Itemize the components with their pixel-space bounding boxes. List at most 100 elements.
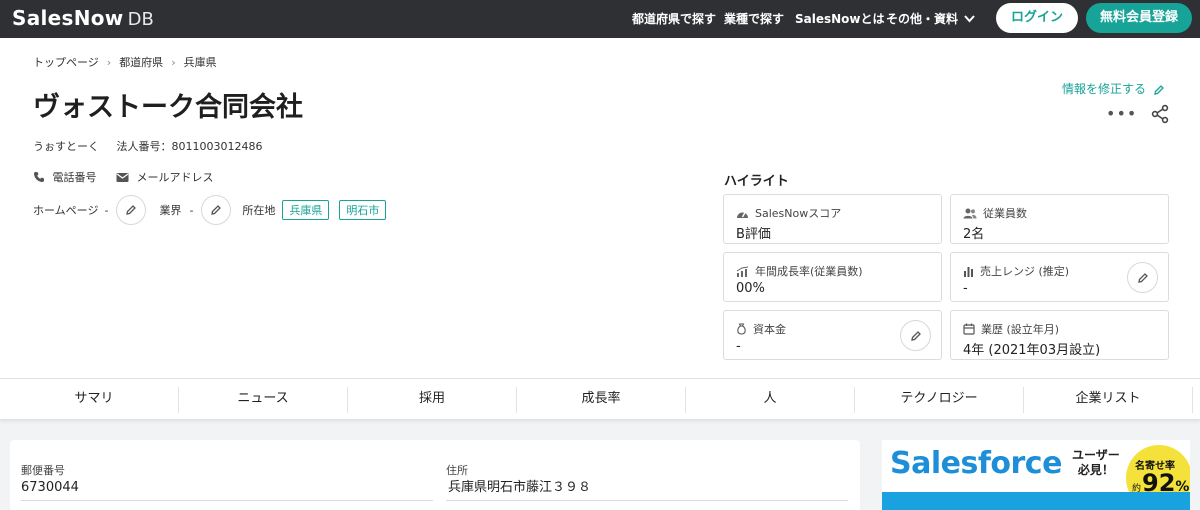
postal-code-value: 6730044 xyxy=(21,480,79,495)
tab-summary[interactable]: サマリ xyxy=(10,379,178,419)
people-icon xyxy=(963,208,977,218)
card-label: 従業員数 xyxy=(983,207,1027,220)
card-label-row: 業歴 (設立年月) xyxy=(963,321,1059,337)
logo[interactable]: SalesNow DB xyxy=(12,6,154,30)
email-label[interactable]: メールアドレス xyxy=(137,169,214,185)
card-value: B評価 xyxy=(736,227,771,242)
breadcrumb: トップページ › 都道府県 › 兵庫県 xyxy=(33,54,217,70)
card-value: 00% xyxy=(736,281,765,296)
edit-info-label: 情報を修正する xyxy=(1062,82,1147,96)
signup-button[interactable]: 無料会員登録 xyxy=(1086,3,1192,33)
highlight-card-capital: 資本金 - xyxy=(723,310,942,360)
homepage-value: - xyxy=(104,203,109,217)
card-label: 売上レンジ (推定) xyxy=(980,265,1070,278)
tab-technology[interactable]: テクノロジー xyxy=(855,379,1023,419)
nav-prefecture-link[interactable]: 都道府県で探す xyxy=(632,10,716,27)
industry-label: 業界 xyxy=(159,204,182,217)
breadcrumb-item-hyogo[interactable]: 兵庫県 xyxy=(184,56,217,69)
card-value: - xyxy=(963,281,968,296)
ad-tagline-line-2: 必見！ xyxy=(1077,463,1114,477)
top-navigation-bar: SalesNow DB 都道府県で探す 業種で探す SalesNowとは その他・… xyxy=(0,0,1200,38)
location-label: 所在地 xyxy=(242,204,276,217)
highlight-card-growth: 年間成長率(従業員数) 00% xyxy=(723,252,942,302)
address-value: 兵庫県明石市藤江３９８ xyxy=(448,480,592,495)
calendar-icon xyxy=(963,323,975,335)
card-label-row: 資本金 xyxy=(736,321,786,337)
share-icon[interactable] xyxy=(1150,104,1170,124)
homepage-label: ホームページ xyxy=(33,204,99,217)
company-details-panel: 郵便番号 6730044 住所 兵庫県明石市藤江３９８ xyxy=(10,440,860,510)
phone-icon xyxy=(34,172,44,182)
company-kana-row: うぉすとーく 法人番号：8011003012486 xyxy=(33,138,262,154)
tab-divider xyxy=(1192,387,1193,413)
logo-main-text: SalesNow xyxy=(12,6,124,30)
highlight-card-score: SalesNowスコア B評価 xyxy=(723,194,942,244)
card-label: SalesNowスコア xyxy=(755,207,842,220)
card-label: 資本金 xyxy=(753,323,786,336)
tab-company-list[interactable]: 企業リスト xyxy=(1024,379,1192,419)
edit-revenue-button[interactable] xyxy=(1127,262,1158,293)
card-label-row: 年間成長率(従業員数) xyxy=(736,263,863,279)
card-value: - xyxy=(736,339,741,354)
company-meta-row: ホームページ - 業界 - 所在地 兵庫県 明石市 xyxy=(33,194,387,226)
breadcrumb-item-top[interactable]: トップページ xyxy=(33,56,99,69)
chevron-right-icon: › xyxy=(106,56,112,69)
logo-sub-text: DB xyxy=(127,9,154,30)
ad-tagline-line-1: ユーザー xyxy=(1072,448,1120,462)
highlight-card-employees: 従業員数 2名 xyxy=(950,194,1169,244)
pencil-icon xyxy=(910,330,921,341)
corp-number-label: 法人番号： xyxy=(116,140,172,153)
chevron-right-icon: › xyxy=(171,56,176,69)
pencil-icon xyxy=(1154,84,1164,95)
chevron-down-icon xyxy=(964,15,975,26)
phone-label[interactable]: 電話番号 xyxy=(53,169,97,185)
edit-homepage-button[interactable] xyxy=(116,195,147,225)
pencil-icon xyxy=(126,205,137,215)
location-tag-prefecture[interactable]: 兵庫県 xyxy=(282,200,330,220)
card-label: 業歴 (設立年月) xyxy=(981,323,1060,336)
gauge-icon xyxy=(737,211,748,218)
location-tag-city[interactable]: 明石市 xyxy=(339,200,387,220)
card-label-row: SalesNowスコア xyxy=(736,205,841,221)
card-label-row: 売上レンジ (推定) xyxy=(963,263,1069,279)
company-kana: うぉすとーく xyxy=(33,140,99,153)
tab-news[interactable]: ニュース xyxy=(179,379,347,419)
corp-number-value: 8011003012486 xyxy=(171,140,263,153)
field-divider xyxy=(21,500,433,501)
field-divider xyxy=(446,500,848,501)
nav-other-label: その他・資料 xyxy=(886,12,959,26)
card-value: 4年 (2021年03月設立) xyxy=(963,343,1101,358)
highlight-card-history: 業歴 (設立年月) 4年 (2021年03月設立) xyxy=(950,310,1169,360)
edit-industry-button[interactable] xyxy=(201,195,232,225)
postal-code-label: 郵便番号 xyxy=(21,464,65,477)
more-options-icon[interactable]: ••• xyxy=(1106,104,1137,123)
nav-industry-link[interactable]: 業種で探す xyxy=(724,10,784,27)
pencil-icon xyxy=(211,205,222,215)
bar-chart-icon xyxy=(964,266,973,277)
contact-row: 電話番号 メールアドレス xyxy=(33,169,214,185)
highlight-card-revenue: 売上レンジ (推定) - xyxy=(950,252,1169,302)
section-tabs: サマリ ニュース 採用 成長率 人 テクノロジー 企業リスト xyxy=(0,378,1200,420)
nav-about-link[interactable]: SalesNowとは xyxy=(795,10,885,27)
highlight-title: ハイライト xyxy=(724,174,789,189)
ad-blue-strip xyxy=(882,492,1190,510)
edit-info-link[interactable]: 情報を修正する xyxy=(1062,80,1165,97)
tab-people[interactable]: 人 xyxy=(686,379,854,419)
login-button[interactable]: ログイン xyxy=(996,3,1078,33)
pencil-icon xyxy=(1137,272,1148,283)
salesforce-ad-banner[interactable]: Salesforce ユーザー 必見！ 名寄せ率 約 92% xyxy=(882,440,1190,510)
growth-icon xyxy=(736,266,749,277)
tab-growth-rate[interactable]: 成長率 xyxy=(517,379,685,419)
industry-value: - xyxy=(189,203,194,217)
ad-tagline: ユーザー 必見！ xyxy=(1072,448,1120,478)
mail-icon xyxy=(116,172,129,182)
nav-other-menu[interactable]: その他・資料 xyxy=(886,10,975,27)
edit-capital-button[interactable] xyxy=(900,320,931,351)
card-value: 2名 xyxy=(963,227,985,242)
card-label: 年間成長率(従業員数) xyxy=(755,265,863,278)
card-label-row: 従業員数 xyxy=(963,205,1027,221)
tab-recruitment[interactable]: 採用 xyxy=(348,379,516,419)
company-name-title: ヴォストーク合同会社 xyxy=(33,92,303,123)
breadcrumb-item-prefectures[interactable]: 都道府県 xyxy=(119,56,163,69)
ad-brand-text: Salesforce xyxy=(890,446,1062,481)
